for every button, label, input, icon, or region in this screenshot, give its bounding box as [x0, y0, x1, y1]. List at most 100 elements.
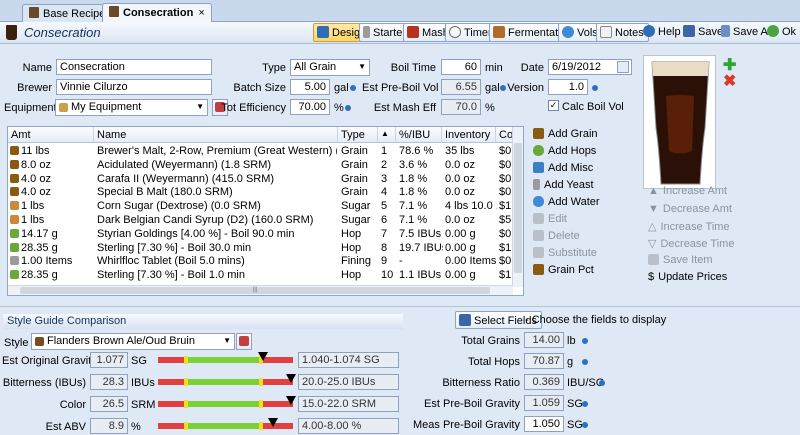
- name-label: Name: [22, 62, 52, 74]
- version-field[interactable]: 1.0: [548, 79, 588, 95]
- cell-num: 2: [381, 159, 397, 171]
- date-field[interactable]: 6/19/2012: [548, 59, 632, 75]
- remove-icon[interactable]: ✖: [723, 74, 736, 90]
- efficiency-info-icon[interactable]: [345, 105, 351, 111]
- increase-time-button[interactable]: △ Increase Time: [648, 220, 730, 233]
- pencil-icon: [721, 25, 730, 37]
- brewer-field[interactable]: Vinnie Cilurzo: [56, 79, 212, 95]
- cell-text: Dark Belgian Candi Syrup (D2) (160.0 SRM…: [97, 214, 314, 226]
- col-header-inventory[interactable]: Inventory: [442, 127, 496, 143]
- name-field[interactable]: Consecration: [56, 59, 212, 75]
- add-yeast-button[interactable]: Add Yeast: [533, 179, 594, 191]
- add-hops-button[interactable]: Add Hops: [533, 145, 596, 157]
- cell-text: 0.00 g: [445, 241, 476, 254]
- save-as-button[interactable]: Save As: [721, 25, 773, 38]
- ok-button[interactable]: Ok: [767, 25, 796, 38]
- increase-amt-button[interactable]: ▲ Increase Amt: [648, 185, 727, 197]
- cell-text: 0.0 oz: [445, 172, 475, 185]
- col-header-pct-ibu[interactable]: %/IBU: [396, 127, 442, 143]
- summary-info-icon[interactable]: [582, 422, 588, 428]
- add-misc-button[interactable]: Add Misc: [533, 162, 593, 174]
- save-button[interactable]: Save: [683, 25, 723, 38]
- calendar-icon[interactable]: [617, 61, 629, 73]
- delete-button[interactable]: Delete: [533, 230, 580, 242]
- table-row[interactable]: 1 lbs Corn Sugar (Dextrose) (0.0 SRM) Suga…: [8, 200, 523, 213]
- cell-type: Hop: [341, 269, 377, 281]
- update-prices-button[interactable]: $ Update Prices: [648, 271, 727, 283]
- substitute-button[interactable]: Substitute: [533, 247, 597, 259]
- table-row[interactable]: 1.00 Items Whirlfloc Tablet (Boil 5.0 min…: [8, 255, 523, 268]
- gauge-marker: [286, 396, 296, 405]
- col-header-amt[interactable]: Amt: [8, 127, 94, 143]
- table-row[interactable]: 4.0 oz Special B Malt (180.0 SRM) Grain 4 1.…: [8, 186, 523, 199]
- style-select[interactable]: Flanders Brown Ale/Oud Bruin ▼: [31, 333, 235, 350]
- fining-icon: [10, 256, 19, 266]
- col-header-type[interactable]: Type: [338, 127, 378, 143]
- scroll-thumb[interactable]: [514, 143, 522, 273]
- cell-num: 5: [381, 200, 397, 212]
- chevron-down-icon: ▼: [196, 102, 204, 111]
- col-header-sort[interactable]: ▲: [378, 127, 396, 143]
- summary-info-icon[interactable]: [582, 359, 588, 365]
- table-row[interactable]: 1 lbs Dark Belgian Candi Syrup (D2) (160.…: [8, 214, 523, 227]
- cell-text: Grain: [341, 172, 368, 185]
- cell-inv: 0.0 oz: [445, 214, 497, 226]
- type-select[interactable]: All Grain ▼: [290, 59, 370, 76]
- batch-info-icon[interactable]: [350, 85, 356, 91]
- style-range-gauge: [158, 352, 293, 368]
- cell-text: 5: [381, 200, 388, 213]
- cell-text: 4 lbs 10.0 ...: [445, 200, 497, 213]
- help-button[interactable]: Help: [643, 25, 681, 38]
- table-row[interactable]: 8.0 oz Acidulated (Weyermann) (1.8 SRM) Gr…: [8, 158, 523, 172]
- horizontal-scrollbar[interactable]: |||: [8, 285, 513, 295]
- ingredient-grid[interactable]: Amt Name Type ▲ %/IBU Inventory Cost 11 …: [7, 126, 524, 296]
- close-icon[interactable]: ×: [198, 7, 204, 19]
- batch-size-field[interactable]: 5.00: [290, 79, 330, 95]
- gauge-low-segment: [158, 423, 186, 429]
- boil-time-field[interactable]: 60: [441, 59, 481, 75]
- tot-efficiency-field[interactable]: 70.00: [290, 99, 330, 115]
- vertical-scrollbar[interactable]: [512, 127, 523, 287]
- boil-time-unit: min: [485, 62, 503, 74]
- water-drop-icon: [562, 26, 574, 38]
- cell-text: Sugar: [341, 214, 371, 226]
- table-row[interactable]: 28.35 g Sterling [7.30 %] - Boil 1.0 min H…: [8, 269, 523, 282]
- add-grain-button[interactable]: Add Grain: [533, 128, 598, 140]
- grain-pct-button[interactable]: Grain Pct: [533, 264, 594, 276]
- table-row[interactable]: 14.17 g Styrian Goldings [4.00 %] - Boil …: [8, 227, 523, 241]
- add-icon[interactable]: ✚: [723, 58, 736, 74]
- style-edit-button[interactable]: [236, 333, 252, 350]
- cell-text: Whirlfloc Tablet (Boil 5.0 mins): [97, 255, 245, 268]
- equipment-select[interactable]: My Equipment ▼: [55, 99, 208, 116]
- summary-info-icon[interactable]: [582, 401, 588, 407]
- table-row[interactable]: 4.0 oz Carafa II (Weyermann) (415.0 SRM) G…: [8, 172, 523, 186]
- edit-button[interactable]: Edit: [533, 213, 567, 225]
- col-header-name[interactable]: Name: [94, 127, 338, 143]
- notes-button[interactable]: Notes: [596, 23, 649, 42]
- cell-text: 0.0 oz: [445, 158, 475, 171]
- tab-consecration[interactable]: Consecration ×: [102, 3, 212, 23]
- decrease-amt-button[interactable]: ▼ Decrease Amt: [648, 203, 732, 215]
- table-row[interactable]: 28.35 g Sterling [7.30 %] - Boil 30.0 min…: [8, 241, 523, 255]
- table-row[interactable]: 11 lbs Brewer's Malt, 2-Row, Premium (Gre…: [8, 145, 523, 158]
- version-info-icon[interactable]: [592, 85, 598, 91]
- flask-icon: [363, 26, 370, 38]
- decrease-time-button[interactable]: ▽ Decrease Time: [648, 237, 734, 250]
- arrow-down-icon: ▽: [648, 238, 657, 250]
- cell-text: 7: [381, 227, 388, 240]
- grain-icon: [533, 264, 544, 275]
- summary-info-icon[interactable]: [582, 338, 588, 344]
- summary-unit: g: [567, 356, 574, 368]
- scroll-thumb-horizontal[interactable]: |||: [20, 287, 490, 294]
- cell-name: Acidulated (Weyermann) (1.8 SRM): [97, 159, 337, 171]
- summary-info-icon[interactable]: [599, 380, 605, 386]
- style-icon: [35, 337, 44, 346]
- save-item-button[interactable]: Save Item: [648, 254, 713, 266]
- cell-type: Sugar: [341, 214, 377, 226]
- calc-boil-checkbox[interactable]: ✓: [548, 100, 559, 111]
- summary-value[interactable]: 1.050: [524, 416, 564, 432]
- cell-num: 3: [381, 173, 397, 185]
- gauge-ok-segment: [186, 357, 261, 363]
- add-water-button[interactable]: Add Water: [533, 196, 600, 208]
- style-row-range: 15.0-22.0 SRM: [298, 396, 399, 412]
